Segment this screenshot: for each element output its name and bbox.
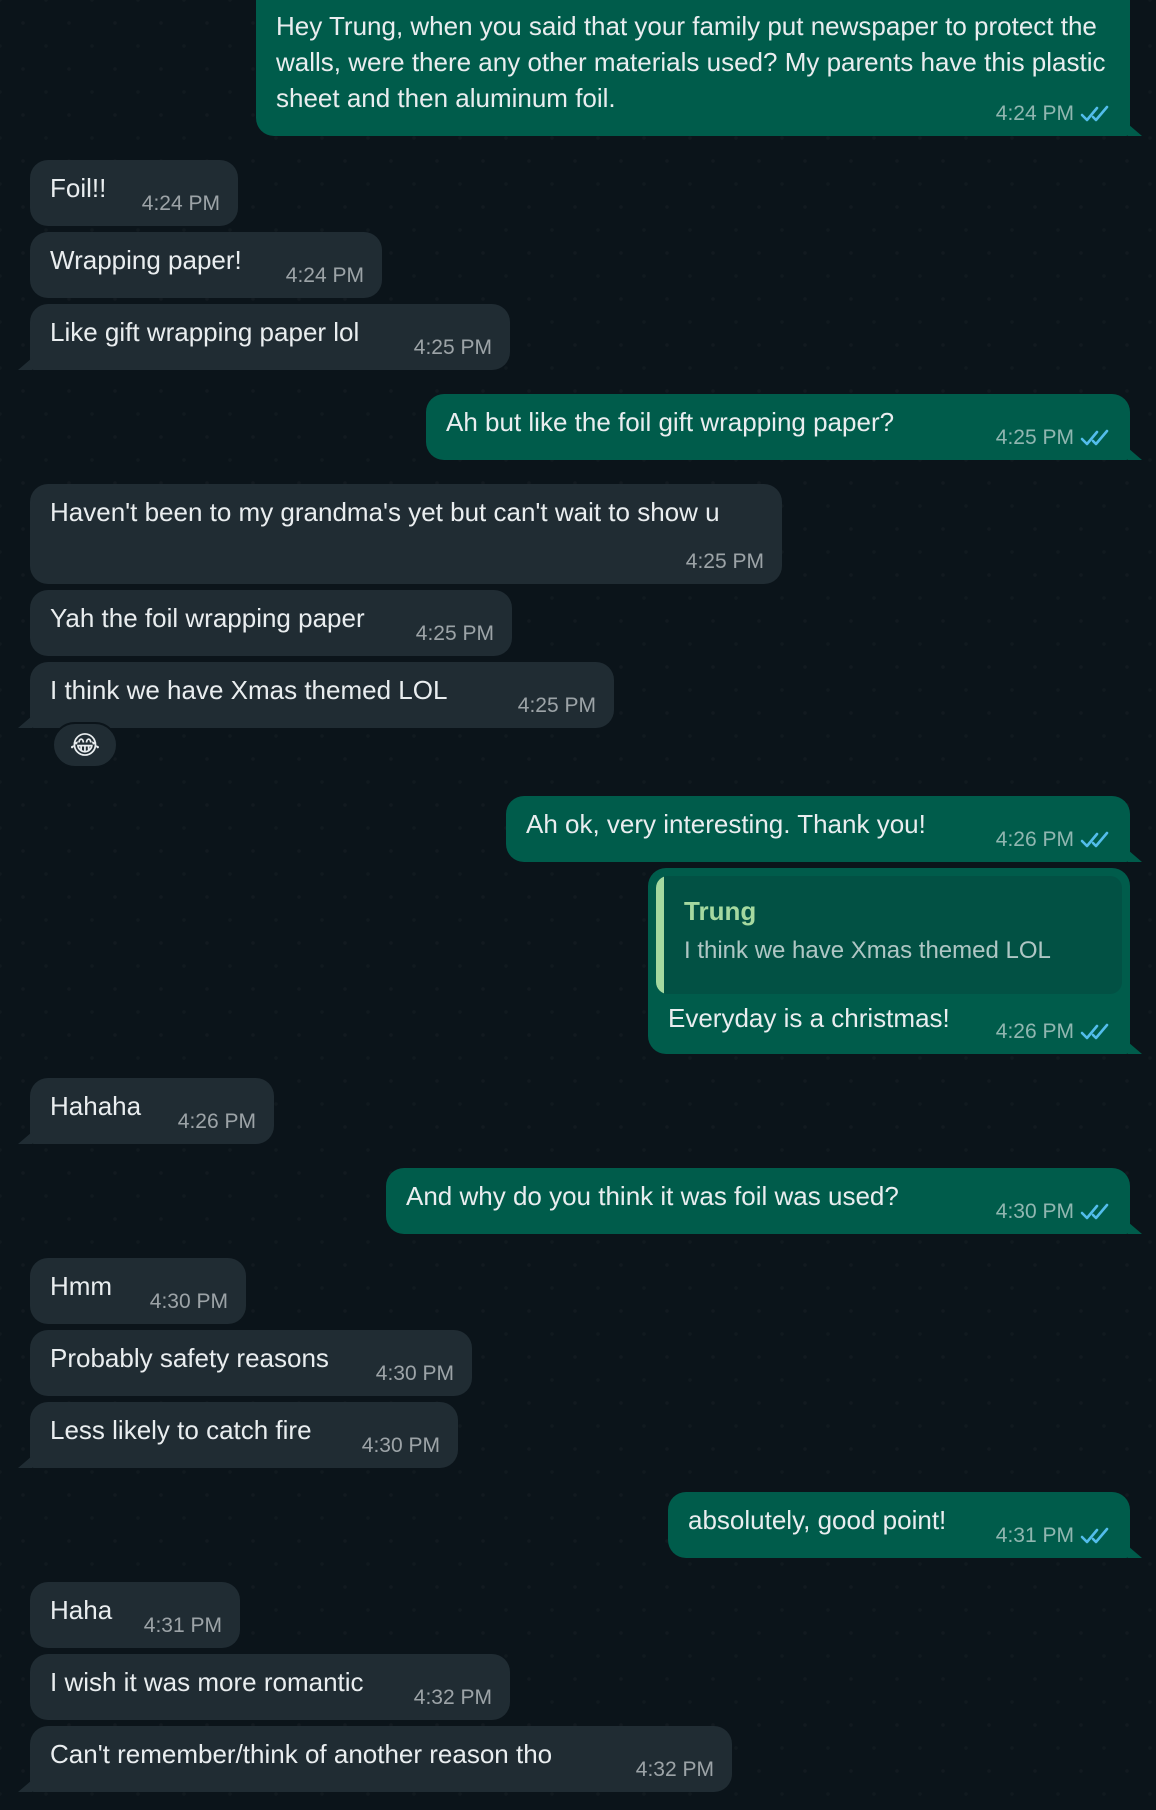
message-timestamp: 4:25 PM <box>415 622 494 645</box>
message-timestamp: 4:30 PM <box>149 1290 228 1313</box>
quoted-message[interactable]: Trung I think we have Xmas themed LOL <box>656 876 1122 994</box>
message-text: Yah the foil wrapping paper <box>50 603 365 633</box>
message-text: I wish it was more romantic <box>50 1667 364 1697</box>
message-bubble-outgoing[interactable]: And why do you think it was foil was use… <box>386 1168 1142 1234</box>
message-bubble-incoming[interactable]: Hahaha 4:26 PM <box>18 1078 274 1144</box>
message-meta: 4:30 PM <box>996 1200 1112 1224</box>
message-meta: 4:25 PM <box>414 336 492 360</box>
message-meta: 4:25 PM <box>686 550 764 574</box>
message-meta: 4:26 PM <box>996 828 1112 852</box>
message-text: Hey Trung, when you said that your famil… <box>276 11 1106 113</box>
message-text: Ah ok, very interesting. Thank you! <box>526 809 926 839</box>
message-text: Haven't been to my grandma's yet but can… <box>50 497 720 527</box>
read-receipt-icon <box>1080 1203 1109 1220</box>
message-bubble-incoming[interactable]: Like gift wrapping paper lol 4:25 PM <box>18 304 510 370</box>
quoted-text: I think we have Xmas themed LOL <box>684 937 1051 964</box>
message-meta: 4:31 PM <box>144 1614 222 1638</box>
message-meta: 4:24 PM <box>142 192 220 216</box>
message-bubble-incoming[interactable]: Probably safety reasons 4:30 PM <box>30 1330 472 1396</box>
quoted-author: Trung <box>684 896 757 926</box>
message-timestamp: 4:32 PM <box>635 1758 714 1781</box>
message-timestamp: 4:31 PM <box>143 1614 222 1637</box>
message-bubble-outgoing[interactable]: Ah ok, very interesting. Thank you! 4:26… <box>506 796 1142 862</box>
message-text: Haha <box>50 1595 113 1625</box>
message-bubble-outgoing[interactable]: Ah but like the foil gift wrapping paper… <box>426 394 1142 460</box>
message-bubble-incoming[interactable]: Foil!! 4:24 PM <box>30 160 238 226</box>
message-timestamp: 4:31 PM <box>995 1524 1074 1547</box>
message-timestamp: 4:26 PM <box>995 1020 1074 1043</box>
message-meta: 4:25 PM <box>518 694 596 718</box>
message-meta: 4:25 PM <box>416 622 494 646</box>
emoji-reaction-badge[interactable]: 😂 <box>52 722 118 768</box>
message-meta: 4:30 PM <box>362 1434 440 1458</box>
read-receipt-icon <box>1080 429 1109 446</box>
message-text: Less likely to catch fire <box>50 1415 312 1445</box>
message-meta: 4:32 PM <box>414 1686 492 1710</box>
message-text: And why do you think it was foil was use… <box>406 1181 899 1211</box>
message-bubble-outgoing[interactable]: Hey Trung, when you said that your famil… <box>256 0 1142 136</box>
chat-message-area[interactable]: Hey Trung, when you said that your famil… <box>0 0 1156 1810</box>
message-text: Foil!! <box>50 173 107 203</box>
message-meta: 4:25 PM <box>996 426 1112 450</box>
message-text: Everyday is a christmas! <box>668 1003 950 1033</box>
message-text: Like gift wrapping paper lol <box>50 317 360 347</box>
message-text: Ah but like the foil gift wrapping paper… <box>446 407 895 437</box>
message-meta: 4:30 PM <box>376 1362 454 1386</box>
message-bubble-incoming[interactable]: I wish it was more romantic 4:32 PM <box>30 1654 510 1720</box>
read-receipt-icon <box>1080 1023 1109 1040</box>
message-timestamp: 4:24 PM <box>141 192 220 215</box>
read-receipt-icon <box>1080 831 1109 848</box>
message-text: Hahaha <box>50 1091 142 1121</box>
message-bubble-incoming[interactable]: Haha 4:31 PM <box>30 1582 240 1648</box>
message-bubble-outgoing[interactable]: absolutely, good point! 4:31 PM <box>668 1492 1142 1558</box>
message-timestamp: 4:25 PM <box>413 336 492 359</box>
message-bubble-incoming[interactable]: I think we have Xmas themed LOL 4:25 PM <box>18 662 614 728</box>
message-timestamp: 4:26 PM <box>995 828 1074 851</box>
message-timestamp: 4:25 PM <box>517 694 596 717</box>
message-bubble-incoming[interactable]: Can't remember/think of another reason t… <box>18 1726 732 1792</box>
message-meta: 4:26 PM <box>178 1110 256 1134</box>
message-bubble-incoming[interactable]: Wrapping paper! 4:24 PM <box>30 232 382 298</box>
message-bubble-outgoing-reply[interactable]: Trung I think we have Xmas themed LOL Ev… <box>648 868 1142 1054</box>
message-timestamp: 4:30 PM <box>375 1362 454 1385</box>
message-timestamp: 4:25 PM <box>995 426 1074 449</box>
message-timestamp: 4:26 PM <box>177 1110 256 1133</box>
message-text: Hmm <box>50 1271 113 1301</box>
message-timestamp: 4:32 PM <box>413 1686 492 1709</box>
message-bubble-incoming[interactable]: Yah the foil wrapping paper 4:25 PM <box>30 590 512 656</box>
message-timestamp: 4:24 PM <box>285 264 364 287</box>
message-timestamp: 4:30 PM <box>995 1200 1074 1223</box>
message-timestamp: 4:24 PM <box>995 102 1074 125</box>
read-receipt-icon <box>1080 1527 1109 1544</box>
message-text: Probably safety reasons <box>50 1343 329 1373</box>
message-meta: 4:30 PM <box>150 1290 228 1314</box>
quote-accent-bar <box>656 876 664 994</box>
message-bubble-incoming[interactable]: Less likely to catch fire 4:30 PM <box>18 1402 458 1468</box>
laughing-emoji-icon: 😂 <box>69 730 101 760</box>
message-meta: 4:24 PM <box>286 264 364 288</box>
message-timestamp: 4:25 PM <box>685 550 764 573</box>
message-text: absolutely, good point! <box>688 1505 947 1535</box>
message-meta: 4:24 PM <box>996 102 1112 126</box>
message-meta: 4:26 PM <box>996 1020 1112 1044</box>
message-timestamp: 4:30 PM <box>361 1434 440 1457</box>
message-text: I think we have Xmas themed LOL <box>50 675 448 705</box>
message-bubble-incoming[interactable]: Hmm 4:30 PM <box>30 1258 246 1324</box>
read-receipt-icon <box>1080 105 1109 122</box>
message-meta: 4:32 PM <box>636 1758 714 1782</box>
message-text: Can't remember/think of another reason t… <box>50 1739 553 1769</box>
message-bubble-incoming[interactable]: Haven't been to my grandma's yet but can… <box>30 484 782 584</box>
message-text: Wrapping paper! <box>50 245 242 275</box>
message-meta: 4:31 PM <box>996 1524 1112 1548</box>
